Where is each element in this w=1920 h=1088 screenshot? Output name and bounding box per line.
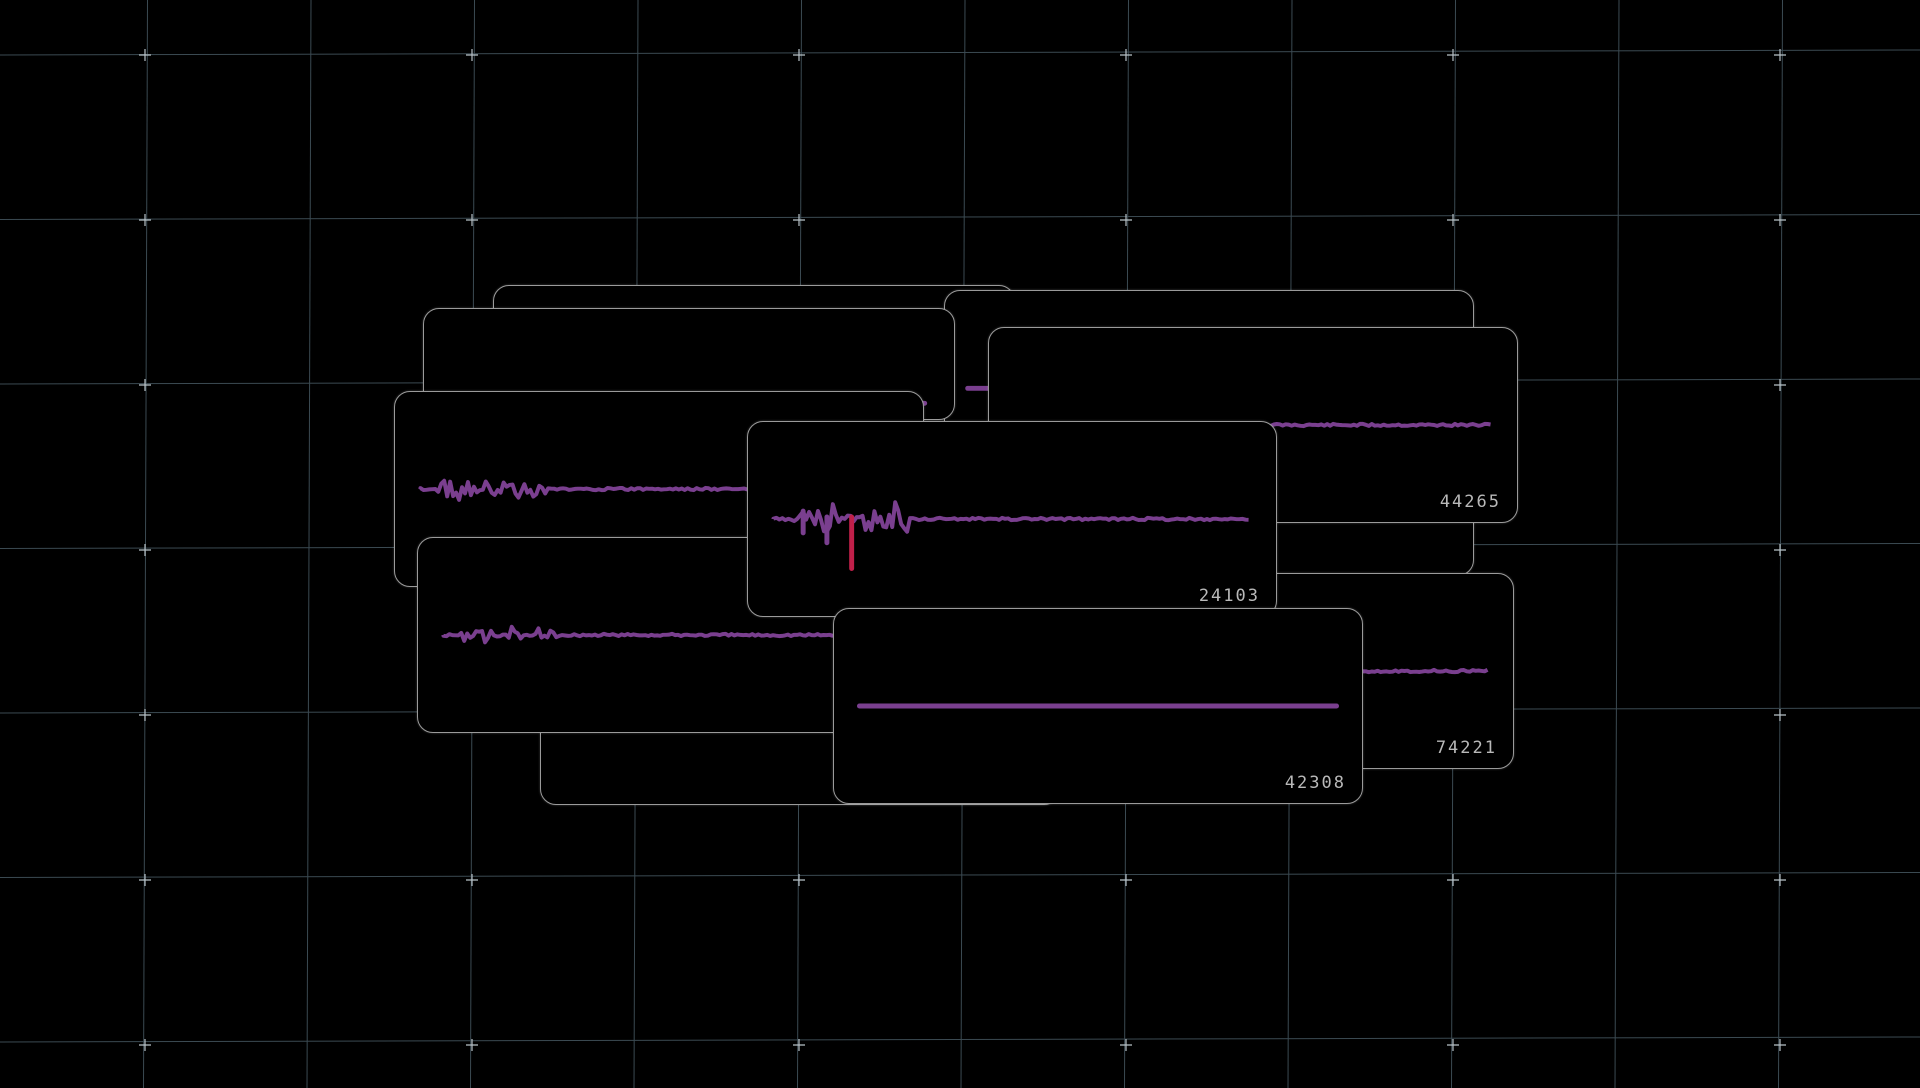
plus-marker-icon — [1120, 49, 1132, 61]
card-id-label: 44265 — [1439, 492, 1501, 512]
card-id-label: 74221 — [1435, 738, 1497, 758]
plus-marker-icon — [1447, 874, 1459, 886]
canvas: 44265 74221 24103 42308 — [0, 0, 1920, 1088]
grid-line-horizontal — [0, 49, 1920, 56]
grid-line-vertical — [306, 0, 312, 1088]
waveform-card-42308: 42308 — [833, 608, 1363, 804]
waveform-trace — [771, 500, 1249, 534]
waveform-plot — [856, 703, 1340, 709]
plus-marker-icon — [1120, 1039, 1132, 1051]
grid-line-horizontal — [0, 872, 1920, 878]
card-id-label: 42308 — [1284, 773, 1346, 793]
plus-marker-icon — [139, 709, 151, 721]
plus-marker-icon — [139, 49, 151, 61]
card-id-label: 24103 — [1198, 586, 1260, 606]
plus-marker-icon — [1120, 214, 1132, 226]
plus-marker-icon — [1774, 379, 1786, 391]
waveform-trace — [1265, 421, 1491, 429]
plus-marker-icon — [1447, 1039, 1459, 1051]
plus-marker-icon — [139, 214, 151, 226]
plus-marker-icon — [793, 49, 805, 61]
waveform-trace — [418, 478, 754, 502]
plus-marker-icon — [139, 544, 151, 556]
plus-marker-icon — [1774, 214, 1786, 226]
waveform-card-24103: 24103 — [747, 421, 1277, 617]
plus-marker-icon — [1774, 544, 1786, 556]
plus-marker-icon — [139, 379, 151, 391]
plus-marker-icon — [793, 1039, 805, 1051]
plus-marker-icon — [466, 214, 478, 226]
plus-marker-icon — [1774, 874, 1786, 886]
plus-marker-icon — [139, 1039, 151, 1051]
waveform-plot — [771, 500, 1249, 571]
plus-marker-icon — [1774, 709, 1786, 721]
plus-marker-icon — [139, 874, 151, 886]
plus-marker-icon — [793, 214, 805, 226]
plus-marker-icon — [1774, 1039, 1786, 1051]
grid-line-horizontal — [0, 214, 1920, 220]
grid-line-horizontal — [0, 1036, 1920, 1043]
waveform-trace — [441, 624, 836, 645]
waveform-trace — [1360, 667, 1489, 675]
plus-marker-icon — [466, 49, 478, 61]
plus-marker-icon — [1120, 874, 1132, 886]
